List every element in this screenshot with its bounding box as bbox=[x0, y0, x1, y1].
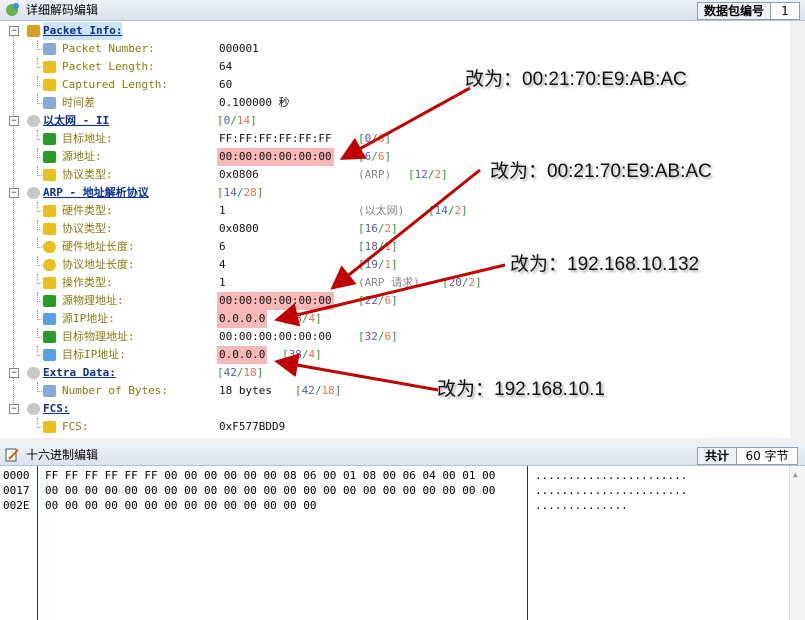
annotation-arrows bbox=[274, 86, 506, 392]
annotation-text: 改为：00:21:70:E9:AB:AC bbox=[490, 161, 712, 182]
annotation-arrow bbox=[274, 263, 506, 327]
annotation-arrow bbox=[339, 86, 471, 160]
annotation-arrow bbox=[330, 168, 481, 290]
annotation-text: 改为：192.168.10.132 bbox=[510, 254, 700, 275]
annotation-text: 改为：00:21:70:E9:AB:AC bbox=[465, 69, 687, 90]
annotation-text: 改为：192.168.10.1 bbox=[437, 379, 605, 400]
annotation-arrow bbox=[274, 353, 439, 392]
